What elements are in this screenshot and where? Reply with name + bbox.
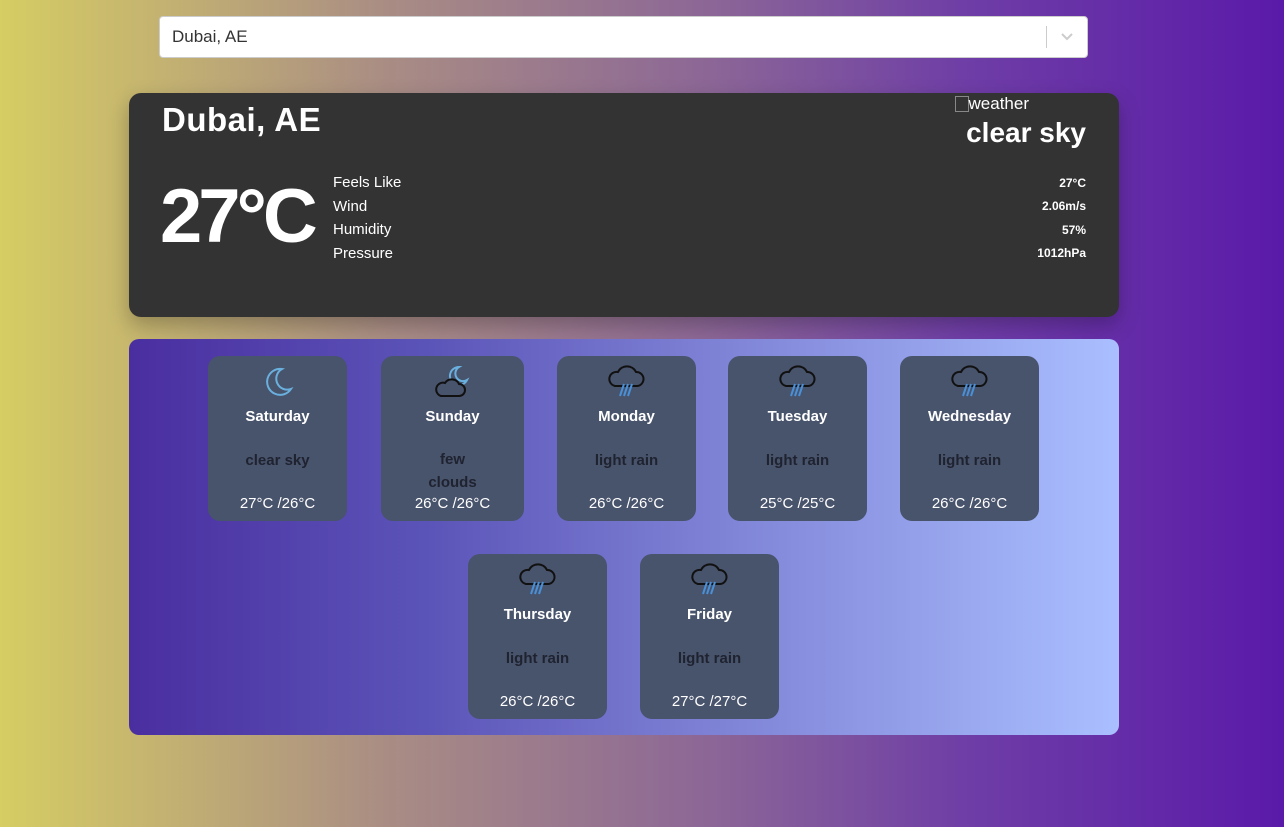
forecast-day: Wednesday: [927, 408, 1012, 425]
forecast-temp-range: 27°C /27°C: [671, 693, 748, 710]
forecast-condition: light rain: [594, 452, 659, 469]
forecast-day: Friday: [686, 606, 732, 623]
forecast-condition: clear sky: [245, 452, 310, 469]
detail-row-humidity: Humidity 57%: [333, 218, 1086, 242]
detail-value: 27°C: [1059, 175, 1086, 190]
weather-image: weather: [954, 94, 1029, 114]
forecast-condition: light rain: [765, 452, 830, 469]
forecast-day: Monday: [598, 408, 655, 425]
detail-value: 57%: [1061, 222, 1086, 237]
detail-value: 2.06m/s: [1041, 199, 1086, 214]
forecast-day: Saturday: [245, 408, 310, 425]
forecast-card-sunday: Sunday few clouds 26°C /26°C: [381, 356, 524, 521]
detail-row-pressure: Pressure 1012hPa: [333, 242, 1086, 266]
moon-icon: [208, 364, 347, 400]
forecast-condition: light rain: [937, 452, 1002, 469]
rain-cloud-icon: [640, 562, 779, 598]
detail-label: Pressure: [333, 244, 394, 262]
detail-label: Feels Like: [333, 174, 402, 192]
weather-details: Feels Like 27°C Wind 2.06m/s Humidity 57…: [333, 171, 1086, 265]
broken-image-icon: [954, 96, 969, 112]
forecast-card-friday: Friday light rain 27°C /27°C: [640, 554, 779, 719]
rain-cloud-icon: [468, 562, 607, 598]
forecast-condition: few clouds: [428, 451, 477, 491]
detail-row-feels-like: Feels Like 27°C: [333, 171, 1086, 195]
forecast-day: Sunday: [425, 408, 480, 425]
forecast-temp-range: 26°C /26°C: [931, 495, 1008, 512]
current-temperature: 27°C: [160, 174, 318, 259]
forecast-temp-range: 26°C /26°C: [588, 495, 665, 512]
forecast-card-tuesday: Tuesday light rain 25°C /25°C: [728, 356, 867, 521]
forecast-temp-range: 26°C /26°C: [499, 693, 576, 710]
forecast-temp-range: 25°C /25°C: [759, 495, 836, 512]
current-weather-card: Dubai, AE weather clear sky 27°C Feels L…: [129, 93, 1119, 317]
rain-cloud-icon: [900, 364, 1039, 400]
forecast-condition: light rain: [505, 650, 570, 667]
detail-value: 1012hPa: [1037, 246, 1086, 261]
forecast-day: Thursday: [503, 606, 572, 623]
forecast-temp-range: 27°C /26°C: [239, 495, 316, 512]
forecast-temp-range: 26°C /26°C: [414, 495, 491, 512]
weather-description: clear sky: [966, 117, 1086, 148]
city-search-select[interactable]: Dubai, AE: [159, 16, 1088, 58]
rain-cloud-icon: [557, 364, 696, 400]
forecast-condition: light rain: [677, 650, 742, 667]
detail-label: Humidity: [333, 221, 392, 239]
moon-cloud-icon: [381, 364, 524, 400]
forecast-panel: Saturday clear sky 27°C /26°C Sunday few…: [129, 339, 1119, 735]
city-search-value[interactable]: Dubai, AE: [160, 27, 1046, 47]
forecast-card-monday: Monday light rain 26°C /26°C: [557, 356, 696, 521]
city-name: Dubai, AE: [162, 101, 322, 138]
forecast-card-saturday: Saturday clear sky 27°C /26°C: [208, 356, 347, 521]
forecast-day: Tuesday: [767, 408, 828, 425]
chevron-down-icon[interactable]: [1047, 17, 1087, 57]
detail-row-wind: Wind 2.06m/s: [333, 195, 1086, 219]
weather-image-alt: weather: [968, 94, 1029, 113]
rain-cloud-icon: [728, 364, 867, 400]
forecast-card-thursday: Thursday light rain 26°C /26°C: [468, 554, 607, 719]
forecast-card-wednesday: Wednesday light rain 26°C /26°C: [900, 356, 1039, 521]
detail-label: Wind: [333, 197, 368, 215]
